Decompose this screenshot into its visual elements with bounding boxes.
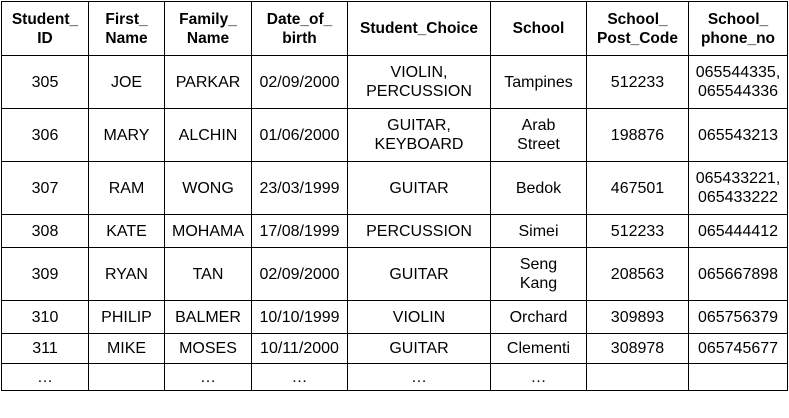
cell-school: Arab Street xyxy=(490,108,587,162)
cell-school: Tampines xyxy=(490,55,587,109)
cell-school-phone-no: 065544335, 065544336 xyxy=(688,55,788,109)
cell-family-name: … xyxy=(164,363,252,391)
column-header-student-choice: Student_Choice xyxy=(347,1,491,56)
cell-family-name: MOHAMA xyxy=(164,214,252,248)
table-row: 307 RAM WONG 23/03/1999 GUITAR Bedok 467… xyxy=(1,161,788,215)
student-table: Student_ ID First_ Name Family_ Name Dat… xyxy=(1,1,788,391)
cell-school-phone-no: 065756379 xyxy=(688,300,788,334)
cell-first-name: RYAN xyxy=(88,247,165,301)
column-header-school-post-code: School_ Post_Code xyxy=(586,1,689,56)
column-header-family-name: Family_ Name xyxy=(164,1,252,56)
cell-school-post-code: 198876 xyxy=(586,108,689,162)
student-table-container: Student_ ID First_ Name Family_ Name Dat… xyxy=(1,1,788,391)
cell-student-id: 309 xyxy=(1,247,89,301)
cell-school-post-code xyxy=(586,363,689,391)
column-header-school-phone-no: School_ phone_no xyxy=(688,1,788,56)
cell-family-name: ALCHIN xyxy=(164,108,252,162)
cell-first-name: MARY xyxy=(88,108,165,162)
cell-student-id: 307 xyxy=(1,161,89,215)
cell-date-of-birth: … xyxy=(251,363,348,391)
cell-student-id: 308 xyxy=(1,214,89,248)
cell-school: Seng Kang xyxy=(490,247,587,301)
cell-date-of-birth: 17/08/1999 xyxy=(251,214,348,248)
cell-first-name: JOE xyxy=(88,55,165,109)
cell-date-of-birth: 10/10/1999 xyxy=(251,300,348,334)
cell-school: Clementi xyxy=(490,333,587,364)
table-row: 306 MARY ALCHIN 01/06/2000 GUITAR, KEYBO… xyxy=(1,108,788,162)
table-row: 305 JOE PARKAR 02/09/2000 VIOLIN, PERCUS… xyxy=(1,55,788,109)
table-row: 310 PHILIP BALMER 10/10/1999 VIOLIN Orch… xyxy=(1,300,788,334)
cell-family-name: TAN xyxy=(164,247,252,301)
cell-school-phone-no: 065667898 xyxy=(688,247,788,301)
cell-school-post-code: 467501 xyxy=(586,161,689,215)
cell-family-name: WONG xyxy=(164,161,252,215)
cell-school-post-code: 512233 xyxy=(586,55,689,109)
cell-school-phone-no: 065444412 xyxy=(688,214,788,248)
cell-student-id: … xyxy=(1,363,89,391)
cell-student-choice: GUITAR, KEYBOARD xyxy=(347,108,491,162)
header-row: Student_ ID First_ Name Family_ Name Dat… xyxy=(1,1,788,56)
cell-student-id: 305 xyxy=(1,55,89,109)
cell-student-id: 311 xyxy=(1,333,89,364)
cell-school-post-code: 309893 xyxy=(586,300,689,334)
cell-date-of-birth: 23/03/1999 xyxy=(251,161,348,215)
cell-first-name: PHILIP xyxy=(88,300,165,334)
cell-family-name: BALMER xyxy=(164,300,252,334)
cell-school: Bedok xyxy=(490,161,587,215)
cell-first-name: MIKE xyxy=(88,333,165,364)
cell-school-post-code: 208563 xyxy=(586,247,689,301)
cell-student-choice: VIOLIN, PERCUSSION xyxy=(347,55,491,109)
column-header-first-name: First_ Name xyxy=(88,1,165,56)
cell-first-name: RAM xyxy=(88,161,165,215)
cell-school-phone-no xyxy=(688,363,788,391)
cell-student-choice: GUITAR xyxy=(347,161,491,215)
cell-date-of-birth: 10/11/2000 xyxy=(251,333,348,364)
cell-school-phone-no: 065433221, 065433222 xyxy=(688,161,788,215)
column-header-date-of-birth: Date_of_ birth xyxy=(251,1,348,56)
cell-school-post-code: 308978 xyxy=(586,333,689,364)
cell-date-of-birth: 02/09/2000 xyxy=(251,247,348,301)
cell-school: … xyxy=(490,363,587,391)
table-row: 308 KATE MOHAMA 17/08/1999 PERCUSSION Si… xyxy=(1,214,788,248)
cell-school: Simei xyxy=(490,214,587,248)
cell-first-name xyxy=(88,363,165,391)
cell-school: Orchard xyxy=(490,300,587,334)
column-header-school: School xyxy=(490,1,587,56)
cell-student-choice: … xyxy=(347,363,491,391)
cell-student-choice: VIOLIN xyxy=(347,300,491,334)
cell-school-phone-no: 065543213 xyxy=(688,108,788,162)
cell-student-choice: GUITAR xyxy=(347,247,491,301)
cell-student-id: 310 xyxy=(1,300,89,334)
cell-date-of-birth: 02/09/2000 xyxy=(251,55,348,109)
column-header-student-id: Student_ ID xyxy=(1,1,89,56)
cell-student-choice: PERCUSSION xyxy=(347,214,491,248)
table-row: 309 RYAN TAN 02/09/2000 GUITAR Seng Kang… xyxy=(1,247,788,301)
table-row: 311 MIKE MOSES 10/11/2000 GUITAR Clement… xyxy=(1,333,788,364)
cell-student-choice: GUITAR xyxy=(347,333,491,364)
cell-family-name: MOSES xyxy=(164,333,252,364)
cell-school-phone-no: 065745677 xyxy=(688,333,788,364)
table-row: … … … … … xyxy=(1,363,788,391)
cell-family-name: PARKAR xyxy=(164,55,252,109)
cell-first-name: KATE xyxy=(88,214,165,248)
cell-date-of-birth: 01/06/2000 xyxy=(251,108,348,162)
cell-student-id: 306 xyxy=(1,108,89,162)
cell-school-post-code: 512233 xyxy=(586,214,689,248)
